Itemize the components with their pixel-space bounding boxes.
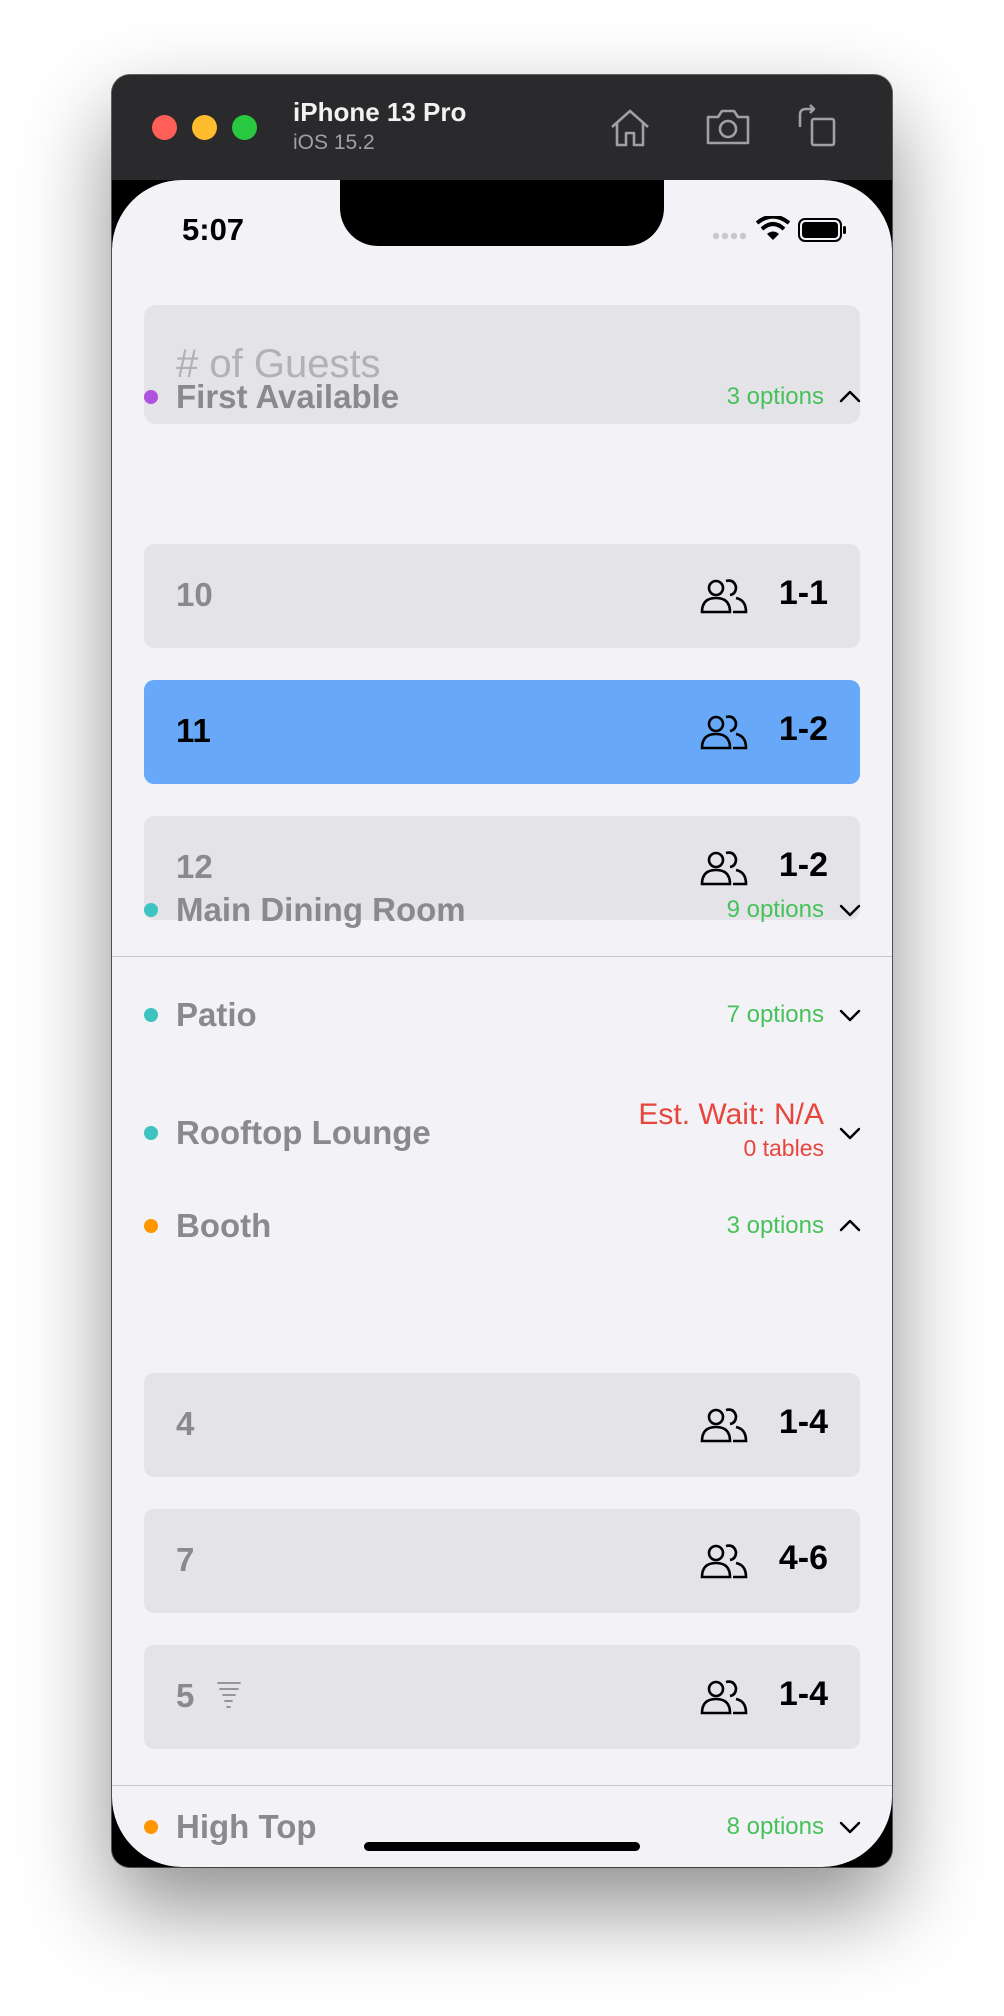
device-screen: 5:07 # of Guests First Available 3 optio… xyxy=(112,180,892,1867)
people-icon xyxy=(700,1677,748,1717)
capacity-range: 1-2 xyxy=(778,710,828,748)
table-row[interactable]: 5 1-4 xyxy=(144,1645,860,1749)
options-count: 7 options xyxy=(726,1001,824,1028)
tables-count: 0 tables xyxy=(743,1135,824,1161)
people-icon xyxy=(700,1541,748,1581)
table-row[interactable]: 7 4-6 xyxy=(144,1509,860,1613)
section-dot xyxy=(144,1008,158,1022)
table-number: 11 xyxy=(176,712,211,749)
capacity-range: 4-6 xyxy=(778,1539,828,1577)
table-number: 4 xyxy=(176,1405,195,1442)
app-screen: 5:07 # of Guests First Available 3 optio… xyxy=(112,180,892,1867)
home-button[interactable] xyxy=(606,103,654,151)
section-dot xyxy=(144,1126,158,1140)
table-row[interactable]: 10 1-1 xyxy=(144,544,860,648)
chevron-up-icon[interactable] xyxy=(838,1214,862,1238)
section-header-rooftop-lounge[interactable]: Rooftop Lounge Est. Wait: N/A 0 tables xyxy=(112,1098,892,1163)
rotate-button[interactable] xyxy=(794,103,842,151)
section-title: Rooftop Lounge xyxy=(176,1114,431,1151)
device-name: iPhone 13 Pro xyxy=(293,97,467,127)
capacity-range: 1-4 xyxy=(778,1675,828,1713)
chevron-down-icon[interactable] xyxy=(838,1121,862,1145)
section-header-patio[interactable]: Patio 7 options xyxy=(112,985,892,1045)
chevron-down-icon[interactable] xyxy=(838,1003,862,1027)
tornado-icon xyxy=(216,1679,242,1713)
capacity-range: 1-1 xyxy=(778,574,828,612)
minimize-window-button[interactable] xyxy=(192,115,217,140)
section-title: High Top xyxy=(176,1808,317,1845)
device-os-version: iOS 15.2 xyxy=(293,131,375,154)
section-dot xyxy=(144,1820,158,1834)
chevron-down-icon[interactable] xyxy=(838,1815,862,1839)
simulator-titlebar: iPhone 13 Pro iOS 15.2 xyxy=(112,75,892,180)
section-dot xyxy=(144,1219,158,1233)
section-title: Booth xyxy=(176,1207,272,1244)
options-count: 3 options xyxy=(726,383,824,410)
status-time: 5:07 xyxy=(182,212,245,247)
section-dot xyxy=(144,903,158,917)
people-icon xyxy=(700,1405,748,1445)
home-icon xyxy=(611,109,649,147)
capacity-range: 1-4 xyxy=(778,1403,828,1441)
section-title: First Available xyxy=(176,378,400,415)
section-title: Patio xyxy=(176,996,257,1033)
simulator-window: iPhone 13 Pro iOS 15.2 5:07 # of Guests … xyxy=(112,75,892,1867)
table-number: 10 xyxy=(176,576,213,613)
signal-icon xyxy=(712,232,747,240)
people-icon xyxy=(700,712,748,752)
estimated-wait: Est. Wait: N/A xyxy=(638,1098,824,1131)
divider xyxy=(112,956,892,957)
screenshot-button[interactable] xyxy=(704,103,752,151)
section-header-booth[interactable]: Booth 3 options xyxy=(112,1196,892,1256)
table-number: 7 xyxy=(176,1541,195,1578)
wifi-icon xyxy=(756,216,790,240)
options-count: 9 options xyxy=(726,896,824,923)
status-indicators xyxy=(712,216,862,246)
battery-icon xyxy=(798,218,846,242)
chevron-up-icon[interactable] xyxy=(838,385,862,409)
people-icon xyxy=(700,576,748,616)
zoom-window-button[interactable] xyxy=(232,115,257,140)
section-header-main-dining-room[interactable]: Main Dining Room 9 options xyxy=(112,880,892,940)
table-row-selected[interactable]: 11 1-2 xyxy=(144,680,860,784)
table-number: 5 xyxy=(176,1677,195,1714)
divider xyxy=(112,1785,892,1786)
section-title: Main Dining Room xyxy=(176,891,466,928)
table-row[interactable]: 4 1-4 xyxy=(144,1373,860,1477)
options-count: 3 options xyxy=(726,1212,824,1239)
camera-icon xyxy=(706,109,750,145)
rotate-icon xyxy=(798,104,836,147)
chevron-down-icon[interactable] xyxy=(838,898,862,922)
section-dot xyxy=(144,390,158,404)
home-indicator[interactable] xyxy=(364,1842,640,1851)
options-count: 8 options xyxy=(726,1813,824,1840)
section-header-first-available[interactable]: First Available 3 options xyxy=(112,367,892,427)
notch xyxy=(340,180,664,246)
close-window-button[interactable] xyxy=(152,115,177,140)
